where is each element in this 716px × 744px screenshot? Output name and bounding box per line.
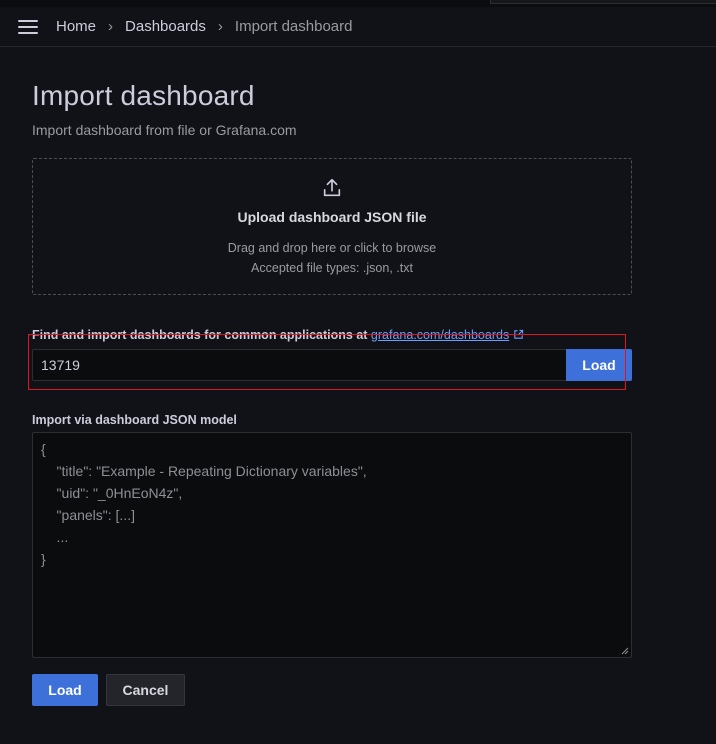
window-top-strip [0, 0, 716, 7]
json-placeholder-line: ... [41, 529, 69, 545]
breadcrumb-home[interactable]: Home [56, 18, 96, 35]
resize-grip-icon[interactable] [621, 647, 629, 655]
grafana-load-button[interactable]: Load [566, 349, 632, 381]
external-link-icon [514, 329, 524, 339]
json-model-textarea[interactable]: { "title": "Example - Repeating Dictiona… [32, 432, 632, 658]
json-placeholder-line: } [41, 551, 46, 567]
cancel-button[interactable]: Cancel [106, 674, 185, 706]
upload-icon [323, 178, 341, 197]
menu-icon[interactable] [18, 19, 38, 34]
json-placeholder-line: "panels": [...] [41, 507, 135, 523]
grafana-import-label-text: Find and import dashboards for common ap… [32, 328, 371, 342]
upload-title: Upload dashboard JSON file [237, 209, 427, 225]
upload-accepted-types: Accepted file types: .json, .txt [251, 261, 413, 275]
page-title: Import dashboard [32, 80, 255, 111]
top-navbar: Home › Dashboards › Import dashboard [0, 7, 716, 47]
upload-hint: Drag and drop here or click to browse [227, 241, 437, 255]
breadcrumb-current: Import dashboard [234, 18, 353, 35]
tab-edge [490, 0, 716, 4]
grafana-dashboard-id-input[interactable] [32, 349, 566, 381]
breadcrumb-dashboards[interactable]: Dashboards [125, 18, 206, 35]
grafana-dashboards-link[interactable]: grafana.com/dashboards [371, 328, 509, 342]
breadcrumb-chevron-icon: › [108, 18, 114, 35]
grafana-import-label: Find and import dashboards for common ap… [32, 328, 524, 342]
json-placeholder-line: { [41, 441, 46, 457]
page-subtitle: Import dashboard from file or Grafana.co… [32, 122, 297, 138]
grafana-id-row: Load [32, 349, 632, 381]
json-placeholder-line: "title": "Example - Repeating Dictionary… [41, 463, 367, 479]
json-placeholder-line: "uid": "_0HnEoN4z", [41, 485, 183, 501]
load-button[interactable]: Load [32, 674, 98, 706]
file-dropzone[interactable]: Upload dashboard JSON file Drag and drop… [32, 158, 632, 295]
breadcrumb-chevron-icon: › [217, 18, 223, 35]
json-model-label: Import via dashboard JSON model [32, 413, 237, 427]
form-actions: Load Cancel [32, 674, 185, 706]
